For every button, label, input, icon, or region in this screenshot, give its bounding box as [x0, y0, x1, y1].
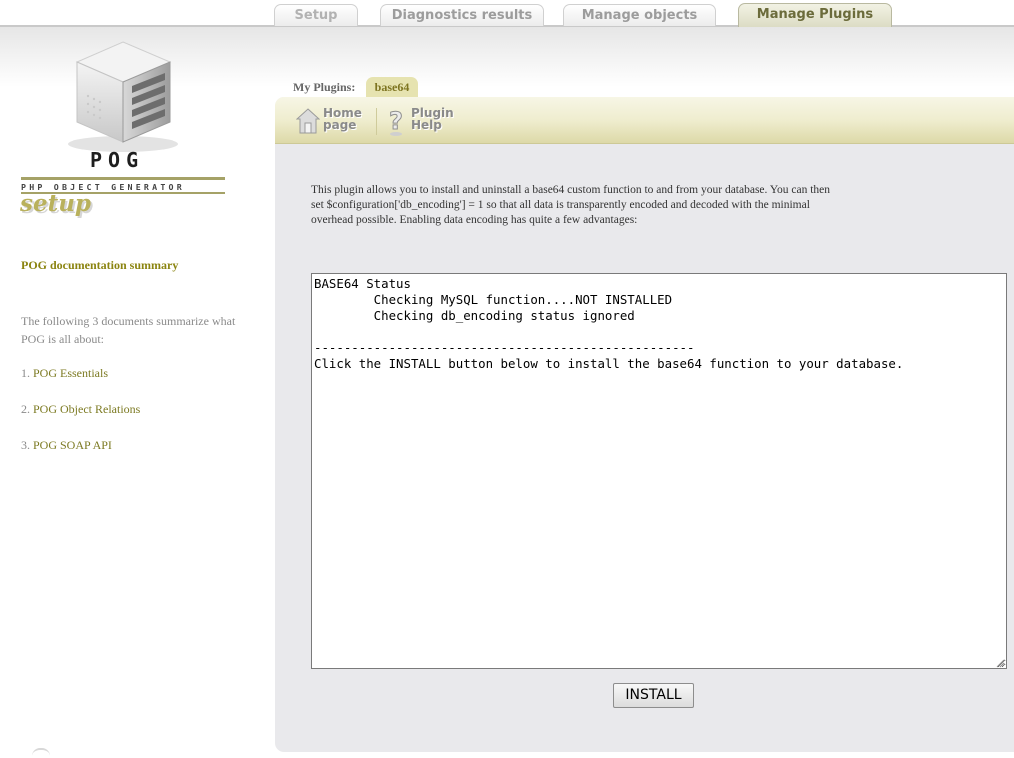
my-plugins-label: My Plugins: [293, 80, 356, 94]
doc-link-number: 3. [21, 438, 30, 452]
logo-rule-top [21, 177, 225, 180]
doc-link-number: 1. [21, 366, 30, 380]
tab-diagnostics-results[interactable]: Diagnostics results [380, 4, 544, 26]
tab-manage-plugins[interactable]: Manage Plugins [738, 3, 892, 27]
doc-link-label[interactable]: POG Essentials [33, 366, 108, 380]
install-button[interactable]: INSTALL [613, 683, 694, 708]
logo-title: POG [90, 148, 145, 172]
help-label-line2: Help [411, 118, 442, 132]
toolbar-separator [376, 108, 377, 135]
doc-link-label[interactable]: POG Object Relations [33, 402, 140, 416]
logo-tag: setup [20, 190, 92, 217]
corner-decoration-icon [32, 748, 50, 758]
plugin-help-label: Plugin Help [411, 107, 456, 131]
home-page-button[interactable]: Home page [296, 107, 366, 137]
doc-link-number: 2. [21, 402, 30, 416]
documentation-intro: The following 3 documents summarize what… [21, 314, 236, 346]
doc-link-pog-object-relations[interactable]: 2. POG Object Relations [21, 402, 140, 417]
plugin-tab-base64[interactable]: base64 [366, 77, 418, 98]
documentation-heading: POG documentation summary [21, 258, 179, 272]
doc-link-label[interactable]: POG SOAP API [33, 438, 112, 452]
help-icon: ? [389, 107, 403, 136]
plugin-description: This plugin allows you to install and un… [311, 184, 831, 226]
home-label-line2: page [323, 118, 357, 132]
tab-setup[interactable]: Setup [274, 4, 358, 26]
tab-manage-objects[interactable]: Manage objects [563, 4, 716, 26]
plugin-help-button[interactable]: ? Plugin Help [384, 107, 459, 137]
home-icon [296, 108, 320, 134]
doc-link-pog-essentials[interactable]: 1. POG Essentials [21, 366, 108, 381]
home-page-label: Home page [323, 107, 363, 131]
base64-status-output[interactable]: BASE64 Status Checking MySQL function...… [311, 273, 1007, 669]
resize-grip-icon[interactable] [995, 658, 1005, 668]
doc-link-pog-soap-api[interactable]: 3. POG SOAP API [21, 438, 112, 453]
svg-text:?: ? [389, 107, 403, 135]
